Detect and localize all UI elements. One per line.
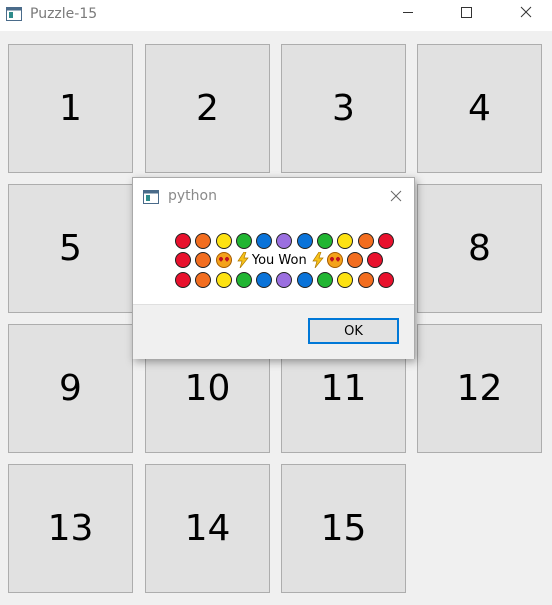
tile-1[interactable]: 1 [8,44,133,173]
orange-circle-icon [357,233,374,249]
red-circle-icon [175,233,191,249]
emoji-message-row: You Won [175,251,388,269]
tile-13[interactable]: 13 [8,464,133,593]
maximize-icon [461,7,472,18]
win-dialog: python You Won OK [132,177,415,359]
close-icon [390,190,402,202]
tile-5[interactable]: 5 [8,184,133,313]
green-circle-icon [317,233,334,249]
dialog-footer: OK [133,304,414,359]
green-circle-icon [235,272,252,288]
red-circle-icon [367,252,384,268]
yellow-circle-icon [337,272,354,288]
green-circle-icon [317,272,334,288]
orange-circle-icon [347,252,364,268]
tile-2[interactable]: 2 [145,44,270,173]
tile-9[interactable]: 9 [8,324,133,453]
tile-3[interactable]: 3 [281,44,406,173]
blue-circle-icon [296,233,313,249]
orange-circle-icon [195,272,212,288]
title-bar: Puzzle-15 [0,0,552,31]
orange-circle-icon [357,272,374,288]
maximize-button[interactable] [443,0,489,31]
window-title: Puzzle-15 [30,6,98,22]
blue-circle-icon [256,233,273,249]
win-message: You Won [251,252,307,268]
green-circle-icon [235,233,252,249]
emoji-dots-row-bottom [175,271,398,289]
dialog-app-icon [143,190,159,204]
ok-button[interactable]: OK [308,318,399,344]
emoji-dots-row-top [175,232,398,250]
red-circle-icon [377,272,394,288]
yellow-circle-icon [337,233,354,249]
red-circle-icon [175,272,191,288]
tile-4[interactable]: 4 [417,44,542,173]
red-circle-icon [175,252,191,268]
close-button[interactable] [503,0,549,31]
yellow-circle-icon [215,272,232,288]
minimize-icon [403,12,413,13]
tile-14[interactable]: 14 [145,464,270,593]
orange-circle-icon [195,233,212,249]
dialog-title: python [168,188,217,204]
tile-12[interactable]: 12 [417,324,542,453]
lightning-bolt-icon [237,252,249,268]
tile-15[interactable]: 15 [281,464,406,593]
lightning-bolt-icon [312,252,324,268]
blue-circle-icon [256,272,273,288]
close-icon [520,6,532,18]
yellow-circle-icon [215,233,232,249]
purple-circle-icon [276,233,293,249]
dialog-close-button[interactable] [386,186,406,206]
red-circle-icon [377,233,394,249]
star-struck-face-icon [326,252,343,268]
app-window-icon [6,7,22,21]
tile-8[interactable]: 8 [417,184,542,313]
star-struck-face-icon [215,252,232,268]
blue-circle-icon [296,272,313,288]
minimize-button[interactable] [385,0,431,31]
purple-circle-icon [276,272,293,288]
orange-circle-icon [195,252,212,268]
